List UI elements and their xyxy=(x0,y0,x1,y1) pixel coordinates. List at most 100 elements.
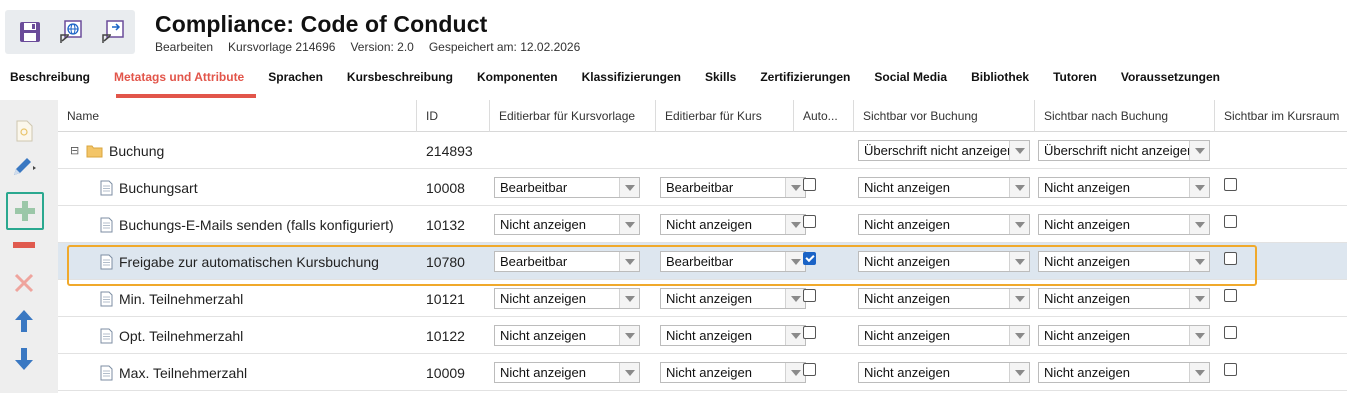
edit-template-select[interactable]: Nicht anzeigen xyxy=(494,325,640,346)
edit-course-select[interactable]: Nicht anzeigen xyxy=(660,325,806,346)
row-id: 214893 xyxy=(426,142,473,159)
tab-voraussetzungen[interactable]: Voraussetzungen xyxy=(1109,64,1232,98)
auto-checkbox[interactable] xyxy=(803,252,816,265)
page-header: Compliance: Code of Conduct Bearbeiten K… xyxy=(0,0,1347,64)
save-icon[interactable] xyxy=(17,19,43,45)
row-id: 10121 xyxy=(426,290,465,307)
visible-before-select[interactable]: Überschrift nicht anzeigen xyxy=(858,140,1030,161)
edit-course-select[interactable]: Bearbeitbar xyxy=(660,251,806,272)
visible-before-select[interactable]: Nicht anzeigen xyxy=(858,288,1030,309)
tab-komponenten[interactable]: Komponenten xyxy=(465,64,570,98)
row-name: Buchungs-E-Mails senden (falls konfiguri… xyxy=(119,216,394,233)
remove-minus-icon[interactable] xyxy=(0,228,48,262)
tab-metatags[interactable]: Metatags und Attribute xyxy=(102,64,257,98)
table-row[interactable]: Min. Teilnehmerzahl 10121 Nicht anzeigen… xyxy=(58,280,1347,317)
visible-before-select[interactable]: Nicht anzeigen xyxy=(858,251,1030,272)
table-row[interactable]: Buchungsart 10008 Bearbeitbar Bearbeitba… xyxy=(58,169,1347,206)
page-title: Compliance: Code of Conduct xyxy=(155,11,488,37)
edit-template-select[interactable]: Nicht anzeigen xyxy=(494,214,640,235)
tab-zertifizierungen[interactable]: Zertifizierungen xyxy=(748,64,862,98)
column-header-visible-after[interactable]: Sichtbar nach Buchung xyxy=(1035,100,1215,132)
tab-sprachen[interactable]: Sprachen xyxy=(256,64,335,98)
visible-after-select[interactable]: Nicht anzeigen xyxy=(1038,214,1210,235)
chevron-down-icon xyxy=(785,363,805,382)
visible-after-select[interactable]: Nicht anzeigen xyxy=(1038,251,1210,272)
auto-checkbox[interactable] xyxy=(803,363,816,376)
export-icon[interactable] xyxy=(101,19,127,45)
visible-after-select[interactable]: Nicht anzeigen xyxy=(1038,362,1210,383)
chevron-down-icon xyxy=(1009,289,1029,308)
edit-course-select[interactable]: Nicht anzeigen xyxy=(660,288,806,309)
visible-before-select[interactable]: Nicht anzeigen xyxy=(858,325,1030,346)
tab-klassifizierungen[interactable]: Klassifizierungen xyxy=(570,64,693,98)
visible-before-select[interactable]: Nicht anzeigen xyxy=(858,177,1030,198)
visible-room-checkbox[interactable] xyxy=(1224,289,1237,302)
visible-before-select[interactable]: Nicht anzeigen xyxy=(858,362,1030,383)
edit-template-select[interactable]: Bearbeitbar xyxy=(494,177,640,198)
tab-social-media[interactable]: Social Media xyxy=(862,64,959,98)
edit-template-select[interactable]: Bearbeitbar xyxy=(494,251,640,272)
column-header-auto[interactable]: Auto... xyxy=(794,100,854,132)
chevron-down-icon xyxy=(1189,141,1209,160)
table-row-selected[interactable]: Freigabe zur automatischen Kursbuchung 1… xyxy=(58,243,1347,280)
chevron-down-icon xyxy=(785,252,805,271)
edit-course-select[interactable]: Bearbeitbar xyxy=(660,177,806,198)
auto-checkbox[interactable] xyxy=(803,178,816,191)
delete-x-icon[interactable] xyxy=(0,266,48,300)
new-document-icon[interactable] xyxy=(0,114,48,148)
table-row[interactable]: ⊟ Buchung 214893 Überschrift nicht anzei… xyxy=(58,132,1347,169)
column-header-name[interactable]: Name xyxy=(58,100,417,132)
table-row[interactable]: Max. Teilnehmerzahl 10009 Nicht anzeigen… xyxy=(58,354,1347,391)
edit-template-select[interactable]: Nicht anzeigen xyxy=(494,288,640,309)
tab-tutoren[interactable]: Tutoren xyxy=(1041,64,1109,98)
chevron-down-icon xyxy=(785,289,805,308)
row-id: 10780 xyxy=(426,253,465,270)
visible-room-checkbox[interactable] xyxy=(1224,326,1237,339)
column-header-edit-template[interactable]: Editierbar für Kursvorlage xyxy=(490,100,656,132)
add-plus-icon[interactable] xyxy=(6,192,44,230)
table-row[interactable]: Opt. Teilnehmerzahl 10122 Nicht anzeigen… xyxy=(58,317,1347,354)
header-actions xyxy=(5,10,135,54)
auto-checkbox[interactable] xyxy=(803,289,816,302)
column-header-visible-before[interactable]: Sichtbar vor Buchung xyxy=(854,100,1035,132)
chevron-down-icon xyxy=(1009,178,1029,197)
collapse-toggle-icon[interactable]: ⊟ xyxy=(70,144,80,157)
chevron-down-icon xyxy=(785,326,805,345)
tab-beschreibung[interactable]: Beschreibung xyxy=(0,64,102,98)
column-header-visible-room[interactable]: Sichtbar im Kursraum xyxy=(1215,100,1347,132)
edit-mode-label: Bearbeiten xyxy=(155,40,214,54)
edit-pencil-icon[interactable] xyxy=(0,150,48,184)
visible-after-select[interactable]: Nicht anzeigen xyxy=(1038,177,1210,198)
row-id: 10122 xyxy=(426,327,465,344)
edit-course-select[interactable]: Nicht anzeigen xyxy=(660,214,806,235)
visible-room-checkbox[interactable] xyxy=(1224,215,1237,228)
row-id: 10009 xyxy=(426,364,465,381)
visible-room-checkbox[interactable] xyxy=(1224,178,1237,191)
chevron-down-icon xyxy=(619,252,639,271)
move-up-icon[interactable] xyxy=(0,304,48,338)
publish-web-icon[interactable] xyxy=(59,19,85,45)
version-label: Version: 2.0 xyxy=(350,40,414,54)
tab-bibliothek[interactable]: Bibliothek xyxy=(959,64,1041,98)
visible-after-select[interactable]: Nicht anzeigen xyxy=(1038,325,1210,346)
visible-before-select[interactable]: Nicht anzeigen xyxy=(858,214,1030,235)
auto-checkbox[interactable] xyxy=(803,215,816,228)
column-header-edit-course[interactable]: Editierbar für Kurs xyxy=(656,100,794,132)
tab-skills[interactable]: Skills xyxy=(693,64,748,98)
left-toolbar xyxy=(0,100,58,393)
row-name: Opt. Teilnehmerzahl xyxy=(119,327,244,344)
visible-after-select[interactable]: Überschrift nicht anzeigen xyxy=(1038,140,1210,161)
chevron-down-icon xyxy=(1189,252,1209,271)
tab-kursbeschreibung[interactable]: Kursbeschreibung xyxy=(335,64,465,98)
column-header-id[interactable]: ID xyxy=(417,100,490,132)
document-icon xyxy=(100,365,113,381)
visible-after-select[interactable]: Nicht anzeigen xyxy=(1038,288,1210,309)
auto-checkbox[interactable] xyxy=(803,326,816,339)
visible-room-checkbox[interactable] xyxy=(1224,363,1237,376)
document-icon xyxy=(100,328,113,344)
edit-course-select[interactable]: Nicht anzeigen xyxy=(660,362,806,383)
visible-room-checkbox[interactable] xyxy=(1224,252,1237,265)
table-row[interactable]: Buchungs-E-Mails senden (falls konfiguri… xyxy=(58,206,1347,243)
edit-template-select[interactable]: Nicht anzeigen xyxy=(494,362,640,383)
move-down-icon[interactable] xyxy=(0,342,48,376)
